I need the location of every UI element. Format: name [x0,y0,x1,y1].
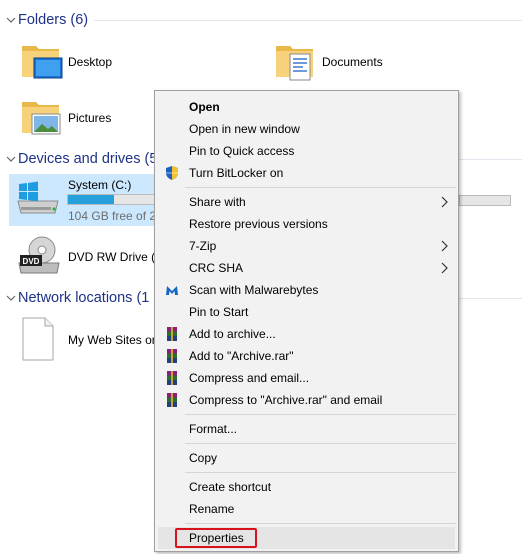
menu-separator [185,472,456,473]
menu-item-open-new-window[interactable]: Open in new window [155,118,458,140]
drive-item-dvd[interactable]: DVD DVD RW Drive (C [9,232,164,282]
winrar-icon [167,393,177,407]
menu-item-add-archive[interactable]: Add to archive... [155,323,458,345]
menu-item-label: Pin to Start [189,305,249,319]
section-divider [459,159,522,160]
menu-item-crc-sha[interactable]: CRC SHA [155,257,458,279]
menu-item-label: Create shortcut [189,480,272,494]
menu-item-label: Share with [189,195,246,209]
network-section-header[interactable]: Network locations (1 [4,287,149,309]
windows-drive-icon [17,181,59,214]
chevron-down-icon[interactable] [4,156,18,163]
menu-item-bitlocker[interactable]: Turn BitLocker on [155,162,458,184]
menu-item-pin-start[interactable]: Pin to Start [155,301,458,323]
menu-separator [185,187,456,188]
chevron-right-icon [441,196,448,208]
menu-item-rename[interactable]: Rename [155,498,458,520]
winrar-icon [167,327,177,341]
menu-item-malwarebytes[interactable]: Scan with Malwarebytes [155,279,458,301]
menu-separator [185,443,456,444]
menu-item-label: Compress to "Archive.rar" and email [189,393,383,407]
chevron-right-icon [441,240,448,252]
folder-item-desktop[interactable]: Desktop [18,38,258,86]
menu-item-create-shortcut[interactable]: Create shortcut [155,476,458,498]
drive-label: DVD RW Drive (C [68,250,164,264]
menu-item-label: 7-Zip [189,239,217,253]
menu-item-label: Scan with Malwarebytes [189,283,319,297]
folder-item-pictures[interactable]: Pictures [18,94,154,142]
drive-item-system-c[interactable]: System (C:) 104 GB free of 21 [9,174,163,226]
menu-item-format[interactable]: Format... [155,418,458,440]
menu-item-pin-quick-access[interactable]: Pin to Quick access [155,140,458,162]
menu-item-label: Copy [189,451,218,465]
menu-item-label: CRC SHA [189,261,244,275]
winrar-icon [167,349,177,363]
menu-separator [185,523,456,524]
chevron-down-icon[interactable] [4,295,18,302]
shield-icon [166,166,178,180]
menu-item-copy[interactable]: Copy [155,447,458,469]
folders-header-label: Folders (6) [18,12,89,28]
drive-usage-bar [67,194,157,205]
menu-item-label: Pin to Quick access [189,144,295,158]
menu-item-label: Add to archive... [189,327,276,341]
folder-label: Pictures [68,111,112,125]
section-divider [459,298,522,299]
pictures-folder-icon [22,102,61,135]
web-page-icon [22,317,54,361]
menu-item-share-with[interactable]: Share with [155,191,458,213]
menu-item-label: Turn BitLocker on [189,166,284,180]
menu-item-compress-email[interactable]: Compress and email... [155,367,458,389]
menu-item-restore-versions[interactable]: Restore previous versions [155,213,458,235]
menu-item-open[interactable]: Open [155,96,458,118]
folder-label: Documents [322,55,383,69]
winrar-icon [167,371,177,385]
svg-text:DVD: DVD [23,257,40,266]
folder-item-documents[interactable]: Documents [272,38,512,86]
devices-header-label: Devices and drives (5 [18,151,158,167]
dvd-drive-icon: DVD [18,236,60,274]
drive-usage-fill [68,195,114,204]
documents-folder-icon [276,46,313,81]
chevron-right-icon [441,262,448,274]
menu-item-label: Add to "Archive.rar" [189,349,294,363]
menu-item-label: Open in new window [189,122,300,136]
menu-separator [185,414,456,415]
network-item-label: My Web Sites on [68,333,159,347]
menu-item-7zip[interactable]: 7-Zip [155,235,458,257]
menu-item-compress-rar-email[interactable]: Compress to "Archive.rar" and email [155,389,458,411]
drive-label: System (C:) [68,178,132,192]
drive-free-space: 104 GB free of 21 [68,209,163,223]
menu-item-label: Compress and email... [189,371,310,385]
network-header-label: Network locations (1 [18,290,150,306]
context-menu: Open Open in new window Pin to Quick acc… [154,90,459,552]
network-item-web-sites[interactable]: My Web Sites on [9,312,159,364]
drive-usage-bar [459,195,511,206]
folder-label: Desktop [68,55,113,69]
section-divider [94,20,522,21]
menu-item-add-archive-rar[interactable]: Add to "Archive.rar" [155,345,458,367]
menu-item-label: Format... [189,422,238,436]
desktop-folder-icon [22,46,63,79]
menu-item-label: Open [189,100,220,114]
menu-item-properties[interactable]: Properties [158,527,455,549]
folders-section-header[interactable]: Folders (6) [4,9,88,31]
chevron-down-icon[interactable] [4,17,18,24]
malwarebytes-icon [166,286,178,295]
menu-item-label: Rename [189,502,235,516]
menu-item-label: Restore previous versions [189,217,328,231]
highlight-annotation-box [175,528,257,548]
devices-section-header[interactable]: Devices and drives (5 [4,148,157,170]
